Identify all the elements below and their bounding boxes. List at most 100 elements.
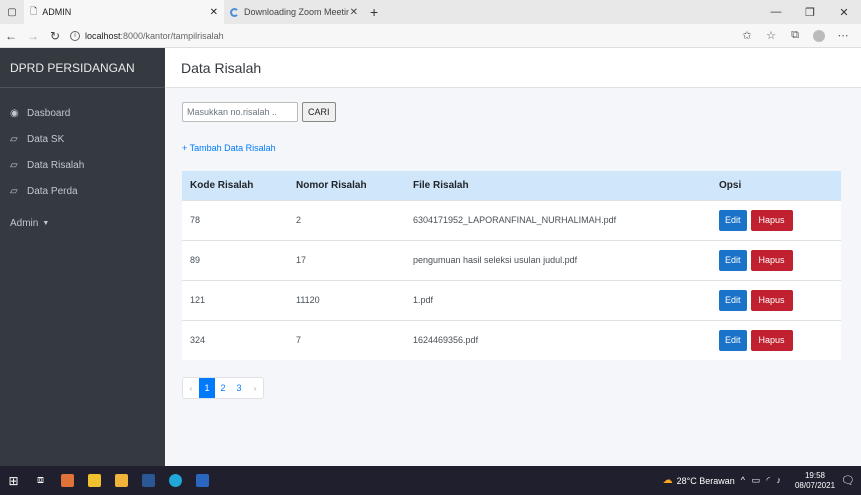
page-3[interactable]: 3 xyxy=(231,378,247,398)
table-row: 89 17 pengumuan hasil seleksi usulan jud… xyxy=(182,239,841,280)
delete-button[interactable]: Hapus xyxy=(750,209,793,231)
folder-icon: ▱ xyxy=(10,185,18,197)
delete-button[interactable]: Hapus xyxy=(750,289,793,311)
url-field[interactable]: i localhost:8000/kantor/tampilrisalah xyxy=(70,30,224,41)
page-2[interactable]: 2 xyxy=(215,378,231,398)
clock-time: 19:58 xyxy=(804,470,826,480)
restore-icon[interactable]: ❐ xyxy=(793,6,827,19)
sidebar-item-label: Data Risalah xyxy=(27,159,85,171)
cell-nomor: 17 xyxy=(288,239,405,280)
cell-opsi: Edit Hapus xyxy=(711,239,841,280)
new-tab-icon[interactable]: + xyxy=(370,4,378,20)
tray-icons[interactable]: ^ ▭ ◜ ♪ xyxy=(741,475,783,486)
column-header-file: File Risalah xyxy=(405,171,711,200)
cell-kode: 324 xyxy=(182,319,288,360)
word-icon[interactable] xyxy=(189,466,216,495)
search-input[interactable] xyxy=(182,102,298,122)
cell-file: 6304171952_LAPORANFINAL_NURHALIMAH.pdf xyxy=(405,199,711,240)
edit-button[interactable]: Edit xyxy=(719,209,747,231)
page-icon: 🗋 xyxy=(30,6,38,16)
column-header-nomor: Nomor Risalah xyxy=(288,171,405,200)
table-header-row: Kode Risalah Nomor Risalah File Risalah … xyxy=(182,171,841,200)
sidebar-item-dasboard[interactable]: ◉ Dasboard xyxy=(0,100,165,126)
forward-icon[interactable]: → xyxy=(22,29,44,43)
cell-opsi: Edit Hapus xyxy=(711,199,841,240)
collections-icon[interactable]: ⧉ xyxy=(783,29,807,42)
cell-kode: 78 xyxy=(182,199,288,240)
profile-avatar[interactable] xyxy=(813,29,825,42)
cell-nomor: 7 xyxy=(288,319,405,360)
admin-user-menu[interactable]: Admin ▼ xyxy=(0,218,165,229)
notification-icon[interactable]: 🗨 xyxy=(841,474,855,487)
sidebar-item-data-risalah[interactable]: ▱ Data Risalah xyxy=(0,152,165,178)
task-view-icon[interactable]: ⧈ xyxy=(27,466,54,495)
tab-title: ADMIN xyxy=(42,7,72,17)
edit-button[interactable]: Edit xyxy=(719,329,747,351)
admin-label: Admin xyxy=(10,218,39,229)
favorites-icon[interactable]: ☆ xyxy=(759,29,783,42)
read-aloud-icon[interactable]: ✩ xyxy=(735,29,759,42)
cell-kode: 121 xyxy=(182,279,288,320)
tab-title: Downloading Zoom Meetings 1 xyxy=(244,7,349,17)
cell-opsi: Edit Hapus xyxy=(711,279,841,320)
url-host: localhost xyxy=(85,30,121,41)
clock-date: 08/07/2021 xyxy=(794,480,836,490)
add-risalah-link[interactable]: + Tambah Data Risalah xyxy=(182,143,276,153)
delete-button[interactable]: Hapus xyxy=(750,329,793,351)
table-row: 78 2 6304171952_LAPORANFINAL_NURHALIMAH.… xyxy=(182,199,841,240)
search-form: CARI xyxy=(182,102,336,122)
delete-button[interactable]: Hapus xyxy=(750,249,793,271)
column-header-opsi: Opsi xyxy=(711,171,841,200)
caret-down-icon: ▼ xyxy=(42,220,50,227)
windows-start-icon[interactable]: ⊞ xyxy=(0,466,27,495)
edit-button[interactable]: Edit xyxy=(719,249,747,271)
refresh-icon[interactable]: ↻ xyxy=(44,29,66,43)
more-icon[interactable]: ⋯ xyxy=(831,29,855,42)
system-tray: ☁ 28°C Berawan ^ ▭ ◜ ♪ 19:58 08/07/2021 … xyxy=(663,471,861,491)
sidebar-menu: ◉ Dasboard ▱ Data SK ▱ Data Risalah ▱ Da… xyxy=(0,88,165,230)
info-icon[interactable]: i xyxy=(70,30,80,41)
folder-icon: ▱ xyxy=(10,133,18,145)
dashboard-icon: ◉ xyxy=(10,107,19,119)
page-1[interactable]: 1 xyxy=(199,378,215,398)
cell-file: pengumuan hasil seleksi usulan judul.pdf xyxy=(405,239,711,280)
app-icon[interactable] xyxy=(81,466,108,495)
pagination-prev[interactable]: ‹ xyxy=(183,378,199,398)
edit-button[interactable]: Edit xyxy=(719,289,747,311)
browser-tab-admin[interactable]: 🗋 ADMIN ✕ xyxy=(24,0,224,24)
weather-text[interactable]: 28°C Berawan xyxy=(677,476,735,486)
sidebar-item-label: Data Perda xyxy=(27,185,78,197)
back-icon[interactable]: ← xyxy=(0,29,22,43)
edge-browser-icon[interactable] xyxy=(162,466,189,495)
file-explorer-icon[interactable] xyxy=(108,466,135,495)
cell-file: 1.pdf xyxy=(405,279,711,320)
page-title: Data Risalah xyxy=(165,48,861,88)
column-header-kode: Kode Risalah xyxy=(182,171,288,200)
search-button[interactable]: CARI xyxy=(302,102,336,122)
minimize-icon[interactable]: — xyxy=(759,6,793,19)
cell-file: 1624469356.pdf xyxy=(405,319,711,360)
sidebar-item-data-perda[interactable]: ▱ Data Perda xyxy=(0,178,165,204)
tab-actions-icon[interactable]: ▢ xyxy=(0,0,24,24)
loading-icon xyxy=(230,7,239,17)
brand-title[interactable]: DPRD PERSIDANGAN xyxy=(0,48,165,88)
close-tab-icon[interactable]: ✕ xyxy=(350,7,358,18)
sidebar-item-label: Dasboard xyxy=(27,107,71,119)
pagination-next[interactable]: › xyxy=(247,378,263,398)
table-row: 121 11120 1.pdf Edit Hapus xyxy=(182,279,841,320)
folder-icon: ▱ xyxy=(10,159,18,171)
app-icon[interactable] xyxy=(135,466,162,495)
sidebar-item-data-sk[interactable]: ▱ Data SK xyxy=(0,126,165,152)
url-path: :8000/kantor/tampilrisalah xyxy=(120,30,224,41)
close-tab-icon[interactable]: ✕ xyxy=(210,7,218,18)
sidebar: DPRD PERSIDANGAN ◉ Dasboard ▱ Data SK ▱ … xyxy=(0,48,165,466)
clock[interactable]: 19:58 08/07/2021 xyxy=(795,471,835,491)
cell-nomor: 11120 xyxy=(288,279,405,320)
sidebar-item-label: Data SK xyxy=(27,133,65,145)
table-row: 324 7 1624469356.pdf Edit Hapus xyxy=(182,319,841,360)
close-window-icon[interactable]: ✕ xyxy=(827,6,861,19)
main-content: Data Risalah CARI + Tambah Data Risalah … xyxy=(165,48,861,466)
browser-tab-zoom[interactable]: Downloading Zoom Meetings 1 ✕ xyxy=(224,0,364,24)
pagination: ‹ 1 2 3 › xyxy=(182,377,264,399)
app-icon[interactable] xyxy=(54,466,81,495)
